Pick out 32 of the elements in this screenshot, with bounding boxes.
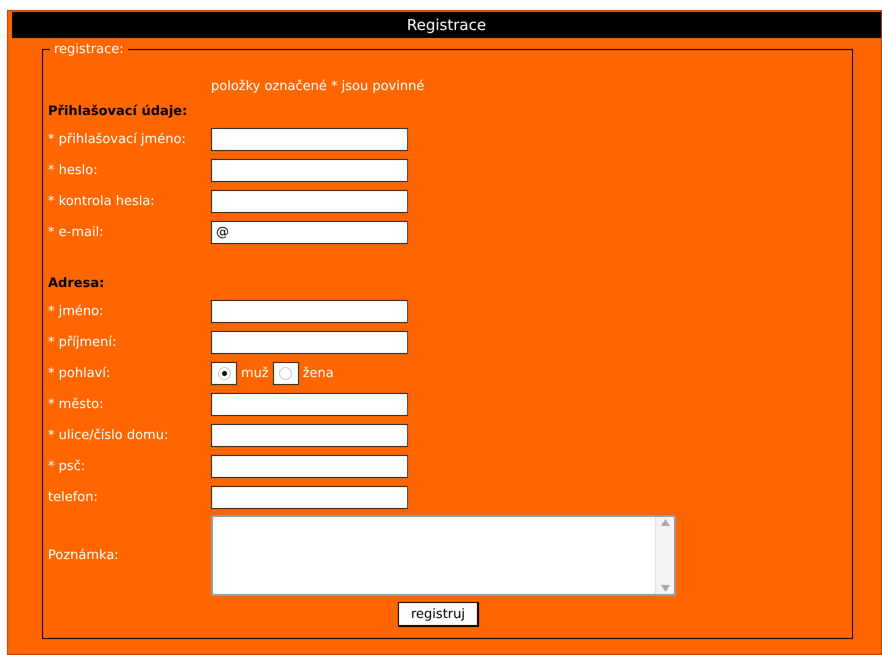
fieldset-legend: registrace: — [50, 42, 128, 57]
section-heading: Přihlašovací údaje: — [48, 103, 188, 121]
field-label: Poznámka: — [48, 548, 120, 563]
register-button[interactable]: registruj — [398, 602, 479, 627]
radio-label: muž — [241, 366, 269, 381]
field-label: * město: — [48, 397, 104, 412]
radio-label: žena — [302, 366, 334, 381]
page-title: Registrace — [12, 12, 881, 38]
text-field[interactable] — [211, 486, 408, 509]
text-field[interactable] — [211, 331, 408, 354]
text-field[interactable] — [211, 424, 408, 447]
required-note: položky označené * jsou povinné — [211, 79, 426, 96]
field-label: * psč: — [48, 459, 86, 474]
field-label: * přihlašovací jméno: — [48, 132, 187, 147]
field-label: * příjmení: — [48, 335, 118, 350]
text-field[interactable]: @ — [211, 221, 408, 244]
section-heading: Adresa: — [48, 275, 106, 293]
radio-button[interactable] — [272, 362, 299, 385]
text-field[interactable] — [211, 300, 408, 323]
text-field[interactable] — [211, 159, 408, 182]
text-field[interactable] — [211, 190, 408, 213]
field-label: telefon: — [48, 490, 99, 505]
field-label: * pohlaví: — [48, 366, 112, 381]
field-label: * kontrola hesla: — [48, 194, 156, 209]
text-field[interactable] — [211, 455, 408, 478]
field-label: * ulice/číslo domu: — [48, 428, 170, 443]
text-field[interactable] — [211, 128, 408, 151]
text-field[interactable] — [211, 393, 408, 416]
radio-button[interactable] — [211, 362, 237, 385]
field-label: * jméno: — [48, 304, 104, 319]
field-label: * e-mail: — [48, 225, 105, 240]
field-label: * heslo: — [48, 163, 99, 178]
